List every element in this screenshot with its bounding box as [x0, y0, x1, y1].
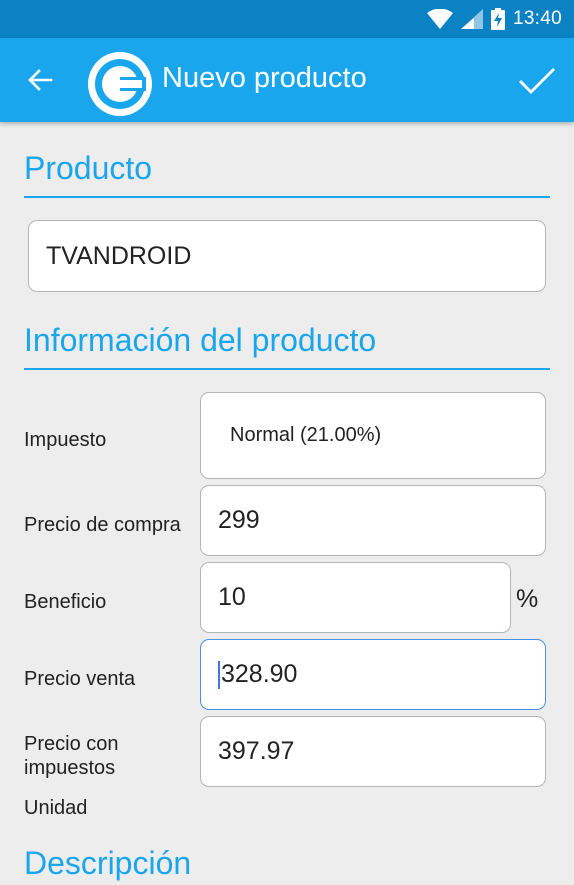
section-divider: [24, 368, 550, 370]
purchase-price-input[interactable]: 299: [200, 485, 546, 556]
profit-input[interactable]: 10: [200, 562, 511, 633]
section-title-producto: Producto: [24, 150, 153, 186]
arrow-back-icon: [28, 69, 53, 91]
profit-value: 10: [218, 583, 246, 611]
status-icons: 13:40: [426, 0, 562, 38]
price-with-tax-value: 397.97: [218, 737, 295, 765]
product-name-value: TVANDROID: [46, 241, 192, 270]
wifi-icon: [426, 9, 453, 29]
purchase-price-value: 299: [218, 506, 260, 534]
save-button[interactable]: [512, 56, 562, 106]
tax-select-value: Normal (21.00%): [230, 424, 382, 446]
check-icon: [519, 68, 555, 94]
sale-price-input[interactable]: 328.90: [200, 639, 546, 710]
page-title: Nuevo producto: [162, 62, 367, 94]
back-button[interactable]: [18, 58, 62, 102]
purchase-price-label: Precio de compra: [24, 514, 181, 536]
app-bar: Nuevo producto: [0, 38, 574, 122]
signal-icon: [460, 9, 483, 29]
tax-label: Impuesto: [24, 429, 107, 451]
profit-label: Beneficio: [24, 591, 107, 613]
price-with-tax-label-line1: Precio con: [24, 733, 119, 755]
status-time: 13:40: [512, 8, 562, 29]
section-title-informacion: Información del producto: [24, 322, 377, 358]
status-bar: 13:40: [0, 0, 574, 38]
price-with-tax-input[interactable]: 397.97: [200, 716, 546, 787]
profit-unit: %: [516, 585, 539, 613]
price-with-tax-label: Precio con impuestos: [24, 732, 119, 780]
brand-logo-icon: [88, 52, 152, 116]
section-title-descripcion: Descripción: [24, 845, 192, 881]
battery-charging-icon: [490, 8, 505, 30]
unit-label: Unidad: [24, 797, 88, 819]
tax-select[interactable]: Normal (21.00%): [200, 392, 546, 479]
text-cursor: [218, 660, 220, 689]
price-with-tax-label-line2: impuestos: [24, 757, 116, 779]
section-divider: [24, 196, 550, 198]
sale-price-label: Precio venta: [24, 668, 136, 690]
sale-price-value: 328.90: [221, 660, 298, 688]
product-name-input[interactable]: TVANDROID: [28, 220, 546, 292]
